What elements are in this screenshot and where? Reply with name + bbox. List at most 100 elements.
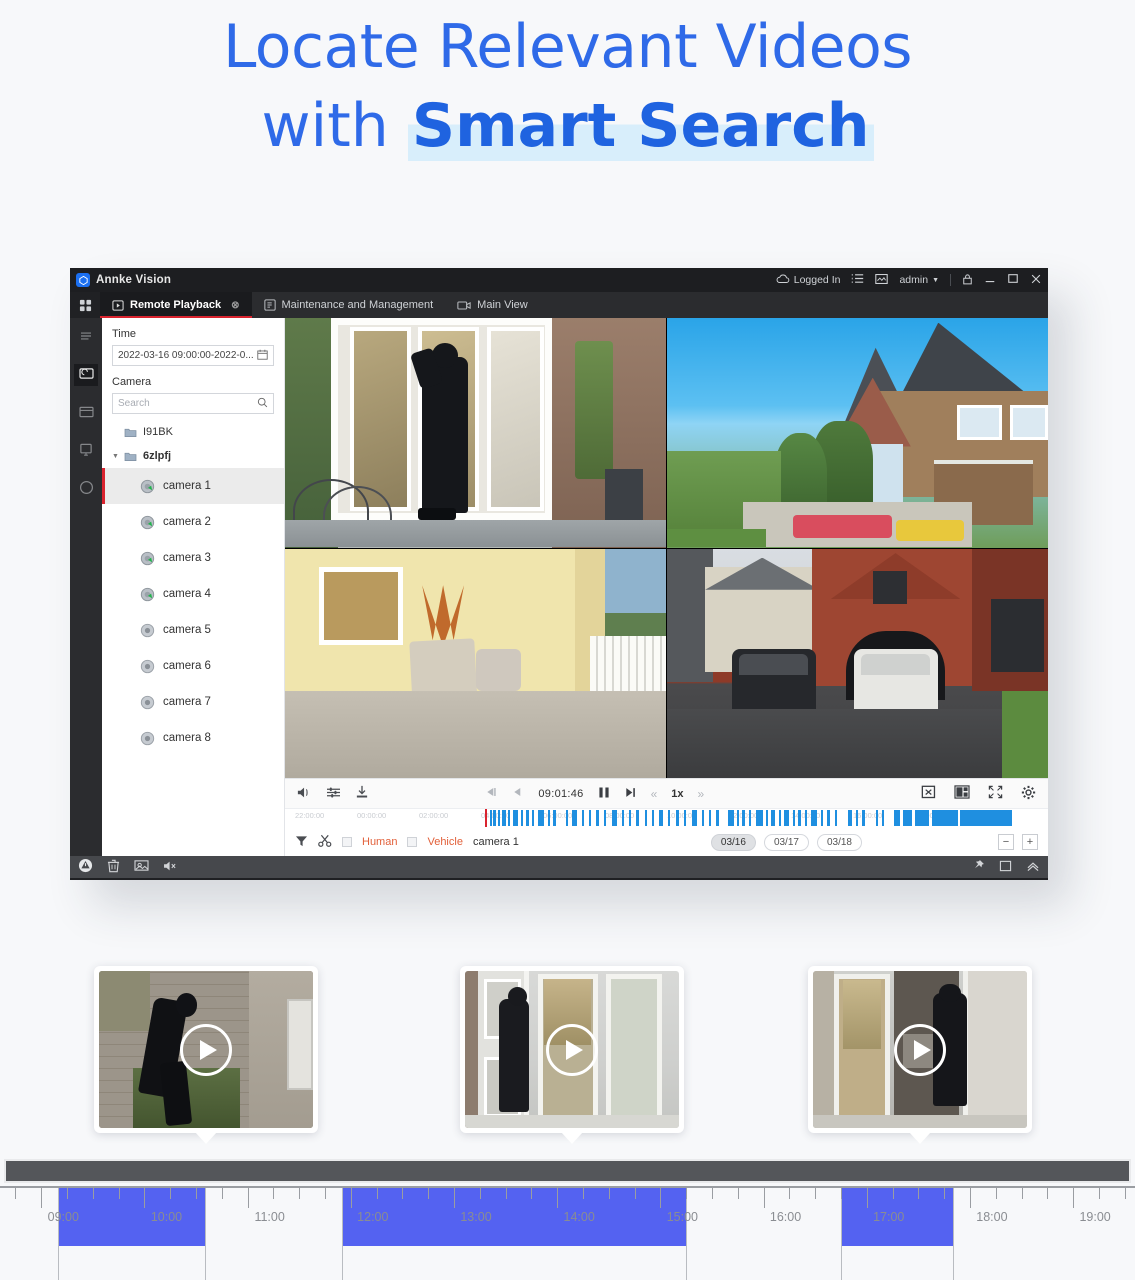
thumbnail-row <box>0 966 1135 1156</box>
tab-maintenance[interactable]: Maintenance and Management <box>252 292 446 318</box>
timeline-zoom-in-button[interactable]: + <box>1022 834 1038 850</box>
timeline-hours[interactable]: 09:00 10:00 11:00 12:00 13:00 14:00 15:00 16:00… <box>0 1188 1135 1280</box>
filter-icon[interactable] <box>295 835 308 850</box>
minimize-icon[interactable] <box>984 274 996 287</box>
next-frame-icon[interactable] <box>624 786 637 802</box>
chevron-up-icon[interactable] <box>1026 860 1040 875</box>
camera-item-7[interactable]: camera 7 <box>102 684 284 720</box>
pause-icon[interactable] <box>598 786 610 802</box>
play-icon[interactable] <box>894 1023 946 1076</box>
hour-tick <box>557 1188 559 1208</box>
lock-icon[interactable] <box>962 273 973 288</box>
alarm-icon[interactable] <box>78 858 93 876</box>
thumbnail-card-2[interactable] <box>460 966 684 1144</box>
close-icon[interactable] <box>1030 273 1042 288</box>
thumbnail-card-1[interactable] <box>94 966 318 1144</box>
search-input[interactable]: Search <box>112 393 274 414</box>
video-cell-4[interactable] <box>667 548 1048 778</box>
camera-item-4[interactable]: camera 4 <box>102 576 284 612</box>
timeline-cursor[interactable] <box>485 809 487 827</box>
tab-label: Remote Playback <box>130 299 222 311</box>
camera-item-6[interactable]: camera 6 <box>102 648 284 684</box>
title-bar: Annke Vision Logged In admin ▼ <box>70 268 1048 292</box>
rail-item-playback[interactable] <box>74 364 98 386</box>
maintenance-icon <box>263 299 276 311</box>
play-icon[interactable] <box>180 1023 232 1076</box>
left-rail <box>70 318 102 856</box>
vehicle-checkbox[interactable] <box>407 837 418 847</box>
video-cell-1[interactable] <box>285 318 666 548</box>
picture-icon[interactable] <box>875 273 889 288</box>
camera-item-5[interactable]: camera 5 <box>102 612 284 648</box>
camera-label: camera 4 <box>163 588 211 600</box>
playback-icon <box>112 299 124 311</box>
cloud-status[interactable]: Logged In <box>776 274 840 287</box>
tree-group-6zlpfj[interactable]: ▼ 6zlpfj <box>102 444 284 468</box>
search-icon[interactable] <box>257 397 268 411</box>
play-icon[interactable] <box>546 1023 598 1076</box>
timeline-track[interactable] <box>490 810 1036 826</box>
user-label: admin <box>899 274 929 286</box>
hour-label: 14:00 <box>563 1210 595 1224</box>
time-range-input[interactable]: 2022-03-16 09:00:00-2022-0... <box>112 345 274 366</box>
rail-item-menu[interactable] <box>74 326 98 348</box>
grid-apps-icon[interactable] <box>70 292 100 318</box>
minor-tick <box>479 1188 481 1199</box>
tab-remote-playback[interactable]: Remote Playback ⊗ <box>100 292 252 318</box>
pin-icon[interactable] <box>972 859 985 875</box>
minor-tick <box>505 1188 507 1199</box>
layout-icon[interactable] <box>954 785 970 802</box>
volume-mute-icon[interactable] <box>297 786 312 802</box>
timeline-segment[interactable] <box>58 1188 205 1246</box>
rail-item-circle[interactable] <box>74 478 98 500</box>
minor-tick <box>118 1188 120 1199</box>
date-tab-0316[interactable]: 03/16 <box>710 833 756 851</box>
camera-label: camera 7 <box>163 696 211 708</box>
scissors-icon[interactable] <box>318 834 332 850</box>
thumbnail-card-3[interactable] <box>808 966 1032 1144</box>
list-icon[interactable] <box>851 273 864 287</box>
hour-label: 18:00 <box>976 1210 1008 1224</box>
tick-label: 22:00:00 <box>295 811 325 820</box>
tree-group-i91bk[interactable]: I91BK <box>102 420 284 444</box>
gear-icon[interactable] <box>1021 785 1036 803</box>
tab-bar: Remote Playback ⊗ Maintenance and Manage… <box>70 292 1048 318</box>
close-icon[interactable]: ⊗ <box>231 300 239 311</box>
prev-frame-icon[interactable] <box>511 786 524 801</box>
camera-item-1[interactable]: camera 1 <box>102 468 284 504</box>
calendar-icon[interactable] <box>257 349 268 363</box>
rewind-icon[interactable]: « <box>651 787 658 801</box>
step-back-icon[interactable] <box>484 786 497 801</box>
camera-item-8[interactable]: camera 8 <box>102 720 284 756</box>
rail-item-monitor[interactable] <box>74 440 98 462</box>
window-icon[interactable] <box>999 860 1012 875</box>
hour-label: 12:00 <box>357 1210 389 1224</box>
snapshot-icon[interactable] <box>134 859 149 875</box>
sliders-icon[interactable] <box>326 786 341 802</box>
video-cell-3[interactable] <box>285 548 666 778</box>
segment-boundary-line <box>58 1188 60 1280</box>
human-checkbox[interactable] <box>342 837 352 847</box>
app-title: Annke Vision <box>96 274 172 286</box>
date-tab-0318[interactable]: 03/18 <box>816 833 862 851</box>
hour-label: 13:00 <box>460 1210 492 1224</box>
stop-all-icon[interactable] <box>921 785 936 802</box>
window-icon <box>78 406 94 421</box>
timeline-zoom-out-button[interactable]: − <box>998 834 1014 850</box>
hour-label: 17:00 <box>873 1210 905 1224</box>
mute-icon[interactable] <box>163 860 178 875</box>
camera-item-3[interactable]: camera 3 <box>102 540 284 576</box>
rail-item-window[interactable] <box>74 402 98 424</box>
download-icon[interactable] <box>355 785 369 802</box>
maximize-icon[interactable] <box>1007 273 1019 287</box>
minor-tick <box>299 1188 301 1199</box>
user-menu[interactable]: admin ▼ <box>899 274 939 286</box>
trash-icon[interactable] <box>107 859 120 876</box>
video-cell-2[interactable] <box>667 318 1048 548</box>
tab-main-view[interactable]: Main View <box>445 292 540 318</box>
date-tab-0317[interactable]: 03/17 <box>763 833 809 851</box>
timeline-toolbar: Human Vehicle camera 1 03/16 03/17 03/18… <box>285 827 1048 857</box>
forward-icon[interactable]: » <box>698 787 705 801</box>
fullscreen-icon[interactable] <box>988 785 1003 802</box>
camera-item-2[interactable]: camera 2 <box>102 504 284 540</box>
